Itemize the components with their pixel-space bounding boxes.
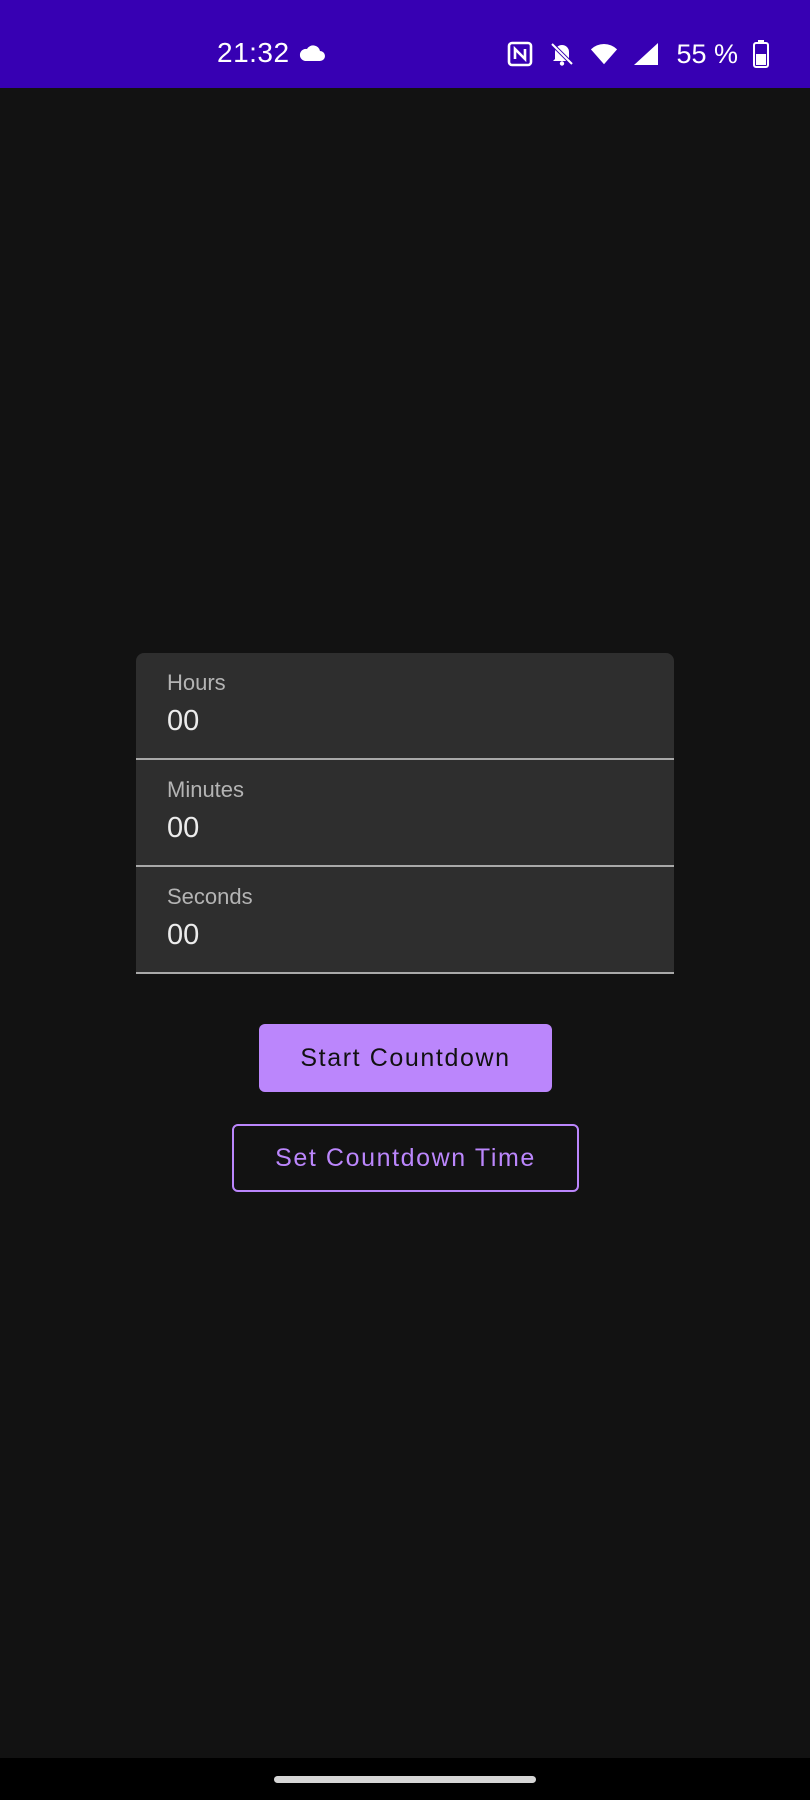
hours-input[interactable]: 00: [167, 703, 637, 739]
signal-icon: [632, 40, 660, 68]
status-time: 21:32: [217, 37, 290, 68]
bell-off-icon: [548, 40, 576, 68]
seconds-field[interactable]: Seconds 00: [136, 867, 674, 974]
minutes-field[interactable]: Minutes 00: [136, 760, 674, 867]
status-bar: 21:32 55 %: [0, 0, 810, 88]
seconds-label: Seconds: [167, 884, 253, 909]
hours-field[interactable]: Hours 00: [136, 653, 674, 760]
app-screen: 21:32 55 % Hours 00 Minutes 00 Seconds 0…: [0, 0, 810, 1800]
minutes-input[interactable]: 00: [167, 810, 637, 846]
start-countdown-button[interactable]: Start Countdown: [259, 1024, 552, 1092]
countdown-form: Hours 00 Minutes 00 Seconds 00: [136, 653, 674, 974]
battery-icon: [752, 40, 770, 68]
nfc-icon: [506, 40, 534, 68]
battery-percentage: 55 %: [676, 39, 738, 69]
home-gesture-handle[interactable]: [274, 1776, 536, 1783]
cloud-icon: [299, 45, 325, 61]
hours-label: Hours: [167, 670, 226, 695]
seconds-input[interactable]: 00: [167, 917, 637, 953]
navigation-bar: [0, 1758, 810, 1800]
wifi-icon: [590, 40, 618, 68]
minutes-label: Minutes: [167, 777, 245, 802]
status-icons: 55 %: [506, 38, 770, 70]
set-countdown-time-button[interactable]: Set Countdown Time: [232, 1124, 579, 1192]
